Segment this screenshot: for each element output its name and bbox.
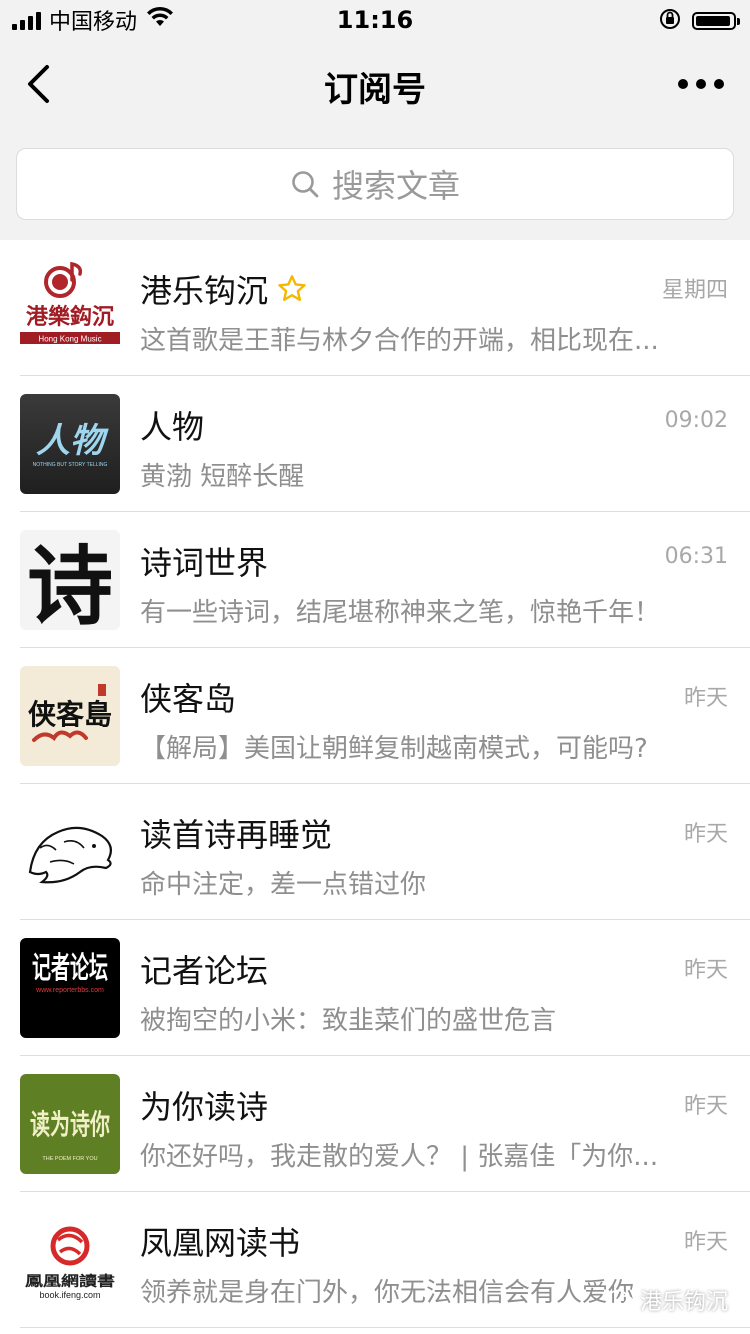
status-time: 11:16 bbox=[336, 6, 414, 34]
list-item[interactable]: 人物 NOTHING BUT STORY TELLING 人物 09:02 黄渤… bbox=[0, 376, 750, 512]
subscription-name: 记者论坛 bbox=[140, 946, 268, 992]
subscription-preview: 【解局】美国让朝鲜复制越南模式，可能吗? bbox=[140, 734, 648, 764]
subscription-time: 昨天 bbox=[683, 686, 728, 711]
avatar: 诗 bbox=[20, 530, 120, 630]
page-title: 订阅号 bbox=[324, 70, 426, 110]
avatar: 人物 NOTHING BUT STORY TELLING bbox=[20, 394, 120, 494]
subscription-preview: 被掏空的小米：致韭菜们的盛世危言 bbox=[140, 1006, 557, 1036]
subscription-name-label: 读首诗再睡觉 bbox=[140, 816, 333, 854]
avatar-logo-text: 读为诗你 bbox=[30, 1108, 110, 1141]
subscription-name-label: 凤凰网读书 bbox=[140, 1224, 301, 1262]
subscription-list: 港樂鈎沉 Hong Kong Music 港乐钩沉 星期四 这首歌是王菲与林夕合… bbox=[0, 240, 750, 1328]
avatar: 港樂鈎沉 Hong Kong Music bbox=[20, 258, 120, 358]
subscription-time: 昨天 bbox=[683, 1230, 728, 1255]
subscription-name-label: 人物 bbox=[140, 408, 205, 446]
subscription-time: 星期四 bbox=[661, 278, 728, 303]
search-bar-area: 搜索文章 bbox=[0, 128, 750, 240]
list-item[interactable]: 港樂鈎沉 Hong Kong Music 港乐钩沉 星期四 这首歌是王菲与林夕合… bbox=[0, 240, 750, 376]
wechat-icon bbox=[608, 1289, 634, 1309]
subscription-time: 昨天 bbox=[683, 1094, 728, 1119]
status-right bbox=[658, 7, 740, 35]
list-item[interactable]: 记者论坛 www.reporterbbs.com 记者论坛 昨天 被掏空的小米：… bbox=[0, 920, 750, 1056]
subscription-preview: 黄渤 短醉长醒 bbox=[140, 462, 305, 492]
avatar-logo-text: 人物 bbox=[36, 421, 109, 461]
subscription-time: 09:02 bbox=[664, 408, 728, 433]
subscription-name-label: 诗词世界 bbox=[140, 544, 269, 582]
avatar-logo-text: 侠客島 bbox=[28, 698, 112, 731]
more-dot bbox=[678, 79, 688, 89]
avatar-caption: Hong Kong Music bbox=[38, 335, 101, 344]
more-button[interactable] bbox=[678, 70, 724, 98]
subscription-preview: 你还好吗，我走散的爱人？ | 张嘉佳「为你... bbox=[140, 1142, 659, 1172]
avatar: 侠客島 bbox=[20, 666, 120, 766]
avatar: 记者论坛 www.reporterbbs.com bbox=[20, 938, 120, 1038]
subscription-preview: 命中注定，差一点错过你 bbox=[140, 870, 427, 900]
subscription-name: 凤凰网读书 bbox=[140, 1218, 300, 1264]
avatar: 读为诗你 THE POEM FOR YOU bbox=[20, 1074, 120, 1174]
subscription-name: 诗词世界 bbox=[140, 538, 268, 584]
more-dot bbox=[714, 79, 724, 89]
nav-bar: 订阅号 bbox=[0, 40, 750, 128]
avatar: 鳳凰網讀書 book.ifeng.com bbox=[20, 1210, 120, 1310]
battery-icon bbox=[692, 12, 740, 30]
avatar-logo-text: 港樂鈎沉 bbox=[26, 304, 114, 330]
list-item[interactable]: 读首诗再睡觉 昨天 命中注定，差一点错过你 bbox=[0, 784, 750, 920]
subscription-name-label: 记者论坛 bbox=[140, 952, 269, 990]
subscription-time: 06:31 bbox=[664, 544, 728, 569]
subscription-name: 港乐钩沉 bbox=[140, 266, 308, 312]
star-icon bbox=[278, 275, 306, 301]
subscription-name: 为你读诗 bbox=[140, 1082, 268, 1128]
subscription-time: 昨天 bbox=[683, 822, 728, 847]
subscription-name: 读首诗再睡觉 bbox=[140, 810, 332, 856]
list-item[interactable]: 侠客島 侠客岛 昨天 【解局】美国让朝鲜复制越南模式，可能吗? bbox=[0, 648, 750, 784]
list-item[interactable]: 读为诗你 THE POEM FOR YOU 为你读诗 昨天 你还好吗，我走散的爱… bbox=[0, 1056, 750, 1192]
subscription-time: 昨天 bbox=[683, 958, 728, 983]
search-icon bbox=[292, 171, 319, 198]
avatar-caption: www.reporterbbs.com bbox=[35, 987, 104, 994]
subscription-name: 侠客岛 bbox=[140, 674, 236, 720]
subscription-name-label: 侠客岛 bbox=[140, 680, 237, 718]
avatar-logo-text: 记者论坛 bbox=[32, 951, 108, 986]
subscription-preview: 有一些诗词，结尾堪称神来之笔，惊艳千年！ bbox=[140, 598, 661, 628]
more-dot bbox=[696, 79, 706, 89]
avatar bbox=[20, 802, 120, 902]
watermark-text: 港乐钩沉 bbox=[639, 1290, 728, 1315]
subscription-name: 人物 bbox=[140, 402, 204, 448]
avatar-caption: NOTHING BUT STORY TELLING bbox=[33, 462, 108, 468]
avatar-caption: book.ifeng.com bbox=[39, 1290, 100, 1300]
avatar-caption: THE POEM FOR YOU bbox=[42, 1156, 97, 1162]
orientation-lock-icon bbox=[658, 7, 682, 35]
watermark: 港乐钩沉 bbox=[608, 1284, 728, 1316]
search-placeholder: 搜索文章 bbox=[331, 167, 460, 205]
subscription-name-label: 为你读诗 bbox=[140, 1088, 269, 1126]
list-item[interactable]: 诗 诗词世界 06:31 有一些诗词，结尾堪称神来之笔，惊艳千年！ bbox=[0, 512, 750, 648]
search-input[interactable]: 搜索文章 bbox=[16, 148, 734, 220]
subscription-preview: 这首歌是王菲与林夕合作的开端，相比现在... bbox=[140, 326, 659, 356]
avatar-logo-text: 诗 bbox=[27, 536, 113, 630]
avatar-logo-text: 鳳凰網讀書 bbox=[25, 1273, 115, 1290]
status-bar: 中国移动 11:16 bbox=[0, 0, 750, 40]
subscription-name-label: 港乐钩沉 bbox=[140, 272, 269, 310]
divider bbox=[20, 1327, 750, 1328]
